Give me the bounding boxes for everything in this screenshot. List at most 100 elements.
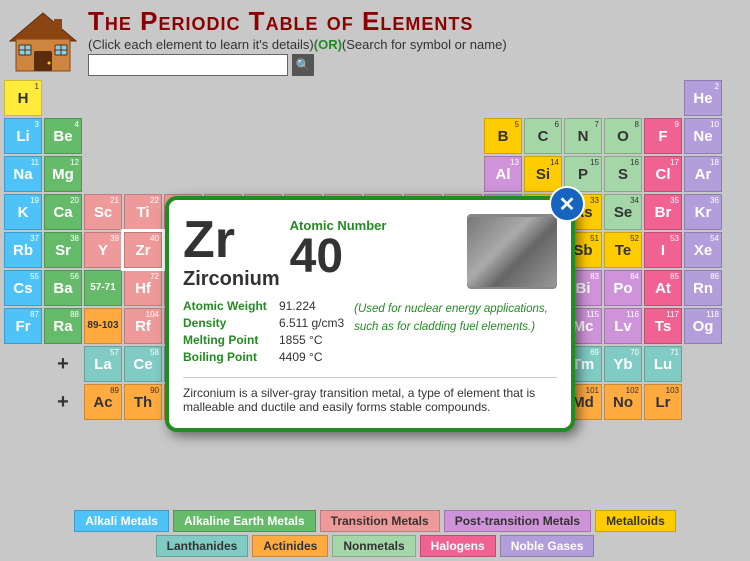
- atomic-number-value: 40: [290, 233, 457, 281]
- element-te[interactable]: 52Te: [604, 232, 642, 268]
- element-s[interactable]: 16S: [604, 156, 642, 192]
- popup-props-labels: Atomic Weight 91.224 Density 6.511 g/cm3…: [183, 299, 344, 367]
- subtitle-or: (OR): [314, 37, 342, 52]
- popup-use: (Used for nuclear energy applications, s…: [354, 299, 557, 367]
- element-kr[interactable]: 36Kr: [684, 194, 722, 230]
- home-icon[interactable]: [8, 9, 78, 74]
- search-button[interactable]: 🔍: [292, 54, 314, 76]
- element-photo: [467, 217, 557, 287]
- element-th[interactable]: 90Th: [124, 384, 162, 420]
- element-la[interactable]: 57La: [84, 346, 122, 382]
- element-y[interactable]: 39Y: [84, 232, 122, 268]
- element-br[interactable]: 35Br: [644, 194, 682, 230]
- page-title: The Periodic Table of Elements: [88, 6, 742, 37]
- element-ts[interactable]: 117Ts: [644, 308, 682, 344]
- element-og[interactable]: 118Og: [684, 308, 722, 344]
- melting-value: 1855 °C: [279, 333, 323, 347]
- legend-halogens[interactable]: Halogens: [420, 535, 496, 557]
- density-row: Density 6.511 g/cm3: [183, 316, 344, 330]
- element-i[interactable]: 53I: [644, 232, 682, 268]
- element-rn[interactable]: 86Rn: [684, 270, 722, 306]
- element-rb[interactable]: 37Rb: [4, 232, 42, 268]
- legend-alkali-metals[interactable]: Alkali Metals: [74, 510, 169, 532]
- element-be[interactable]: 4Be: [44, 118, 82, 154]
- element-al[interactable]: 13Al: [484, 156, 522, 192]
- element-li[interactable]: 3Li: [4, 118, 42, 154]
- element-h[interactable]: 1H: [4, 80, 42, 116]
- legend-actinides[interactable]: Actinides: [252, 535, 328, 557]
- element-at[interactable]: 85At: [644, 270, 682, 306]
- element-name: Zirconium: [183, 268, 280, 291]
- plus-actinide: +: [44, 384, 82, 420]
- element-ar[interactable]: 18Ar: [684, 156, 722, 192]
- legend-post-transition-metals[interactable]: Post-transition Metals: [444, 510, 591, 532]
- element-po[interactable]: 84Po: [604, 270, 642, 306]
- element-symbol: Zr: [183, 214, 280, 266]
- element-b[interactable]: 5B: [484, 118, 522, 154]
- legend-transition-metals[interactable]: Transition Metals: [320, 510, 440, 532]
- element-xe[interactable]: 54Xe: [684, 232, 722, 268]
- element-ti[interactable]: 22Ti: [124, 194, 162, 230]
- element-cs[interactable]: 55Cs: [4, 270, 42, 306]
- element-rf[interactable]: 104Rf: [124, 308, 162, 344]
- legend-noble-gases[interactable]: Noble Gases: [500, 535, 595, 557]
- element-ra[interactable]: 88Ra: [44, 308, 82, 344]
- subtitle-right: (Search for symbol or name): [342, 37, 507, 52]
- element-cl[interactable]: 17Cl: [644, 156, 682, 192]
- legend-nonmetals[interactable]: Nonmetals: [332, 535, 415, 557]
- element-use: (Used for nuclear energy applications, s…: [354, 303, 548, 333]
- lanthanide-placeholder: 57-71: [84, 270, 122, 306]
- element-ba[interactable]: 56Ba: [44, 270, 82, 306]
- search-input[interactable]: [88, 54, 288, 76]
- boiling-row: Boiling Point 4409 °C: [183, 350, 344, 364]
- density-label: Density: [183, 316, 273, 330]
- element-f[interactable]: 9F: [644, 118, 682, 154]
- popup-left: Zr Zirconium: [183, 214, 280, 291]
- element-si[interactable]: 14Si: [524, 156, 562, 192]
- element-na[interactable]: 11Na: [4, 156, 42, 192]
- atomic-weight-value: 91.224: [279, 299, 316, 313]
- element-he[interactable]: 2He: [684, 80, 722, 116]
- element-no[interactable]: 102No: [604, 384, 642, 420]
- legend-row-2: LanthanidesActinidesNonmetalsHalogensNob…: [4, 535, 746, 557]
- element-ne[interactable]: 10Ne: [684, 118, 722, 154]
- legend-row-1: Alkali MetalsAlkaline Earth MetalsTransi…: [4, 510, 746, 532]
- element-zr[interactable]: 40Zr: [124, 232, 162, 268]
- plus-lanthanide: +: [44, 346, 82, 382]
- legend-lanthanides[interactable]: Lanthanides: [156, 535, 249, 557]
- boiling-label: Boiling Point: [183, 350, 273, 364]
- header-subtitle: (Click each element to learn it's detail…: [88, 37, 742, 52]
- popup-properties: Atomic Weight 91.224 Density 6.511 g/cm3…: [183, 299, 557, 367]
- header-text: The Periodic Table of Elements (Click ea…: [88, 6, 742, 76]
- element-sr[interactable]: 38Sr: [44, 232, 82, 268]
- boiling-value: 4409 °C: [279, 350, 323, 364]
- element-fr[interactable]: 87Fr: [4, 308, 42, 344]
- popup-header: Zr Zirconium Atomic Number 40: [183, 214, 557, 291]
- element-k[interactable]: 19K: [4, 194, 42, 230]
- element-mg[interactable]: 12Mg: [44, 156, 82, 192]
- subtitle-left: (Click each element to learn it's detail…: [88, 37, 314, 52]
- element-lu[interactable]: 71Lu: [644, 346, 682, 382]
- element-o[interactable]: 8O: [604, 118, 642, 154]
- element-yb[interactable]: 70Yb: [604, 346, 642, 382]
- element-popup: ✕ Zr Zirconium Atomic Number 40 Atomic W…: [165, 196, 575, 432]
- element-lv[interactable]: 116Lv: [604, 308, 642, 344]
- header: The Periodic Table of Elements (Click ea…: [0, 0, 750, 78]
- search-row: 🔍: [88, 54, 742, 76]
- popup-center: Atomic Number 40: [290, 214, 457, 281]
- element-se[interactable]: 34Se: [604, 194, 642, 230]
- atomic-weight-row: Atomic Weight 91.224: [183, 299, 344, 313]
- legend-alkaline-earth-metals[interactable]: Alkaline Earth Metals: [173, 510, 316, 532]
- legend-metalloids[interactable]: Metalloids: [595, 510, 676, 532]
- element-n[interactable]: 7N: [564, 118, 602, 154]
- melting-label: Melting Point: [183, 333, 273, 347]
- element-ca[interactable]: 20Ca: [44, 194, 82, 230]
- element-lr[interactable]: 103Lr: [644, 384, 682, 420]
- element-ce[interactable]: 58Ce: [124, 346, 162, 382]
- element-ac[interactable]: 89Ac: [84, 384, 122, 420]
- actinide-placeholder: 89-103: [84, 308, 122, 344]
- element-hf[interactable]: 72Hf: [124, 270, 162, 306]
- element-sc[interactable]: 21Sc: [84, 194, 122, 230]
- element-c[interactable]: 6C: [524, 118, 562, 154]
- legend: Alkali MetalsAlkaline Earth MetalsTransi…: [0, 506, 750, 561]
